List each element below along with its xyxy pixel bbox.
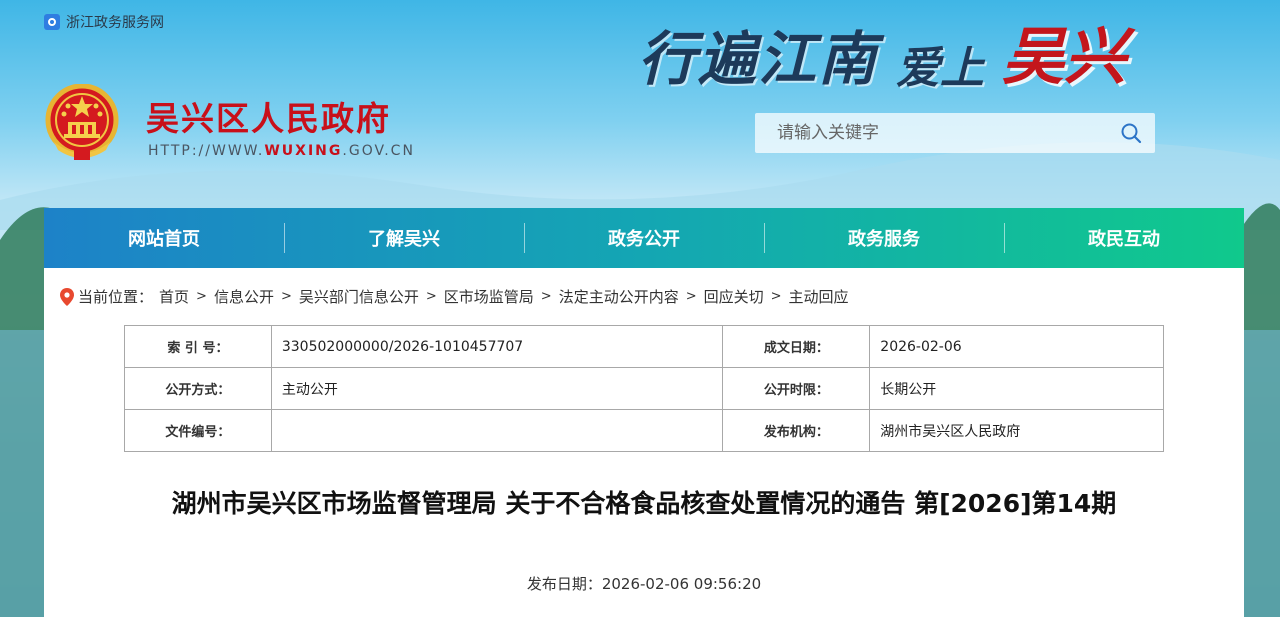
nav-gov-affairs-open[interactable]: 政务公开 <box>524 208 764 268</box>
article-title: 湖州市吴兴区市场监督管理局 关于不合格食品核查处置情况的通告 第[2026]第1… <box>171 489 1117 518</box>
breadcrumb-separator: > <box>196 289 207 304</box>
zhejiang-gov-icon <box>44 14 60 30</box>
meta-key: 成文日期： <box>722 325 871 368</box>
breadcrumb: 当前位置： 首页 > 信息公开 > 吴兴部门信息公开 > 区市场监管局 > 法定… <box>60 286 849 307</box>
breadcrumb-separator: > <box>280 289 292 304</box>
breadcrumb-label: 当前位置： <box>78 288 154 306</box>
search-icon <box>1121 123 1142 144</box>
zhejiang-service-link[interactable]: 浙江政务服务网 <box>66 12 164 32</box>
publish-date-value: 2026-02-06 09:56:20 <box>601 575 762 593</box>
meta-value: 330502000000/2026-1010457707 <box>270 325 724 368</box>
breadcrumb-home[interactable]: 首页 <box>159 286 189 307</box>
top-links: 浙江政务服务网 <box>44 12 164 32</box>
slogan-banner: 行遍江南 爱上 吴兴 <box>638 6 1126 96</box>
table-row: 索 引 号： 330502000000/2026-1010457707 成文日期… <box>124 325 1164 368</box>
table-row: 公开方式： 主动公开 公开时限： 长期公开 <box>124 367 1164 410</box>
national-emblem-icon <box>45 84 119 160</box>
breadcrumb-separator: > <box>770 289 782 304</box>
publish-date: 发布日期：2026-02-06 09:56:20 <box>44 573 1244 594</box>
nav-interaction[interactable]: 政民互动 <box>1004 208 1244 268</box>
url-prefix: HTTP://WWW. <box>148 143 265 159</box>
slogan-love: 爱上 <box>896 43 985 94</box>
nav-home[interactable]: 网站首页 <box>44 208 284 268</box>
slogan-main: 行遍江南 <box>638 25 879 93</box>
breadcrumb-statutory[interactable]: 法定主动公开内容 <box>559 286 679 307</box>
breadcrumb-market-bureau[interactable]: 区市场监管局 <box>444 286 534 307</box>
publish-date-label: 发布日期： <box>526 575 602 593</box>
site-title: 吴兴区人民政府 <box>146 99 391 138</box>
location-pin-icon <box>60 287 74 306</box>
content-panel: 当前位置： 首页 > 信息公开 > 吴兴部门信息公开 > 区市场监管局 > 法定… <box>44 268 1244 617</box>
meta-key: 索 引 号： <box>124 325 272 368</box>
meta-value <box>270 409 724 452</box>
meta-value: 2026-02-06 <box>869 325 1164 368</box>
meta-value: 湖州市吴兴区人民政府 <box>869 409 1164 452</box>
search-input[interactable] <box>755 113 1107 153</box>
search-button[interactable] <box>1107 113 1155 153</box>
breadcrumb-separator: > <box>540 289 552 304</box>
nav-about[interactable]: 了解吴兴 <box>284 208 524 268</box>
document-meta-table: 索 引 号： 330502000000/2026-1010457707 成文日期… <box>124 325 1164 452</box>
breadcrumb-dept-info[interactable]: 吴兴部门信息公开 <box>299 286 419 307</box>
meta-key: 文件编号： <box>124 409 272 452</box>
breadcrumb-info-open[interactable]: 信息公开 <box>214 286 274 307</box>
url-highlight: WUXING <box>264 143 343 159</box>
url-suffix: .GOV.CN <box>342 143 415 159</box>
meta-value: 主动公开 <box>270 367 724 410</box>
site-url: HTTP://WWW.WUXING.GOV.CN <box>148 143 415 159</box>
breadcrumb-active-response[interactable]: 主动回应 <box>789 286 849 307</box>
meta-value: 长期公开 <box>869 367 1164 410</box>
breadcrumb-response[interactable]: 回应关切 <box>704 286 764 307</box>
nav-gov-services[interactable]: 政务服务 <box>764 208 1004 268</box>
main-nav: 网站首页 了解吴兴 政务公开 政务服务 政民互动 <box>44 208 1244 268</box>
meta-key: 发布机构： <box>722 409 871 452</box>
meta-key: 公开方式： <box>124 367 272 410</box>
slogan-wuxing: 吴兴 <box>1002 20 1127 93</box>
breadcrumb-separator: > <box>685 289 697 304</box>
breadcrumb-separator: > <box>425 289 437 304</box>
search-box <box>755 113 1155 153</box>
table-row: 文件编号： 发布机构： 湖州市吴兴区人民政府 <box>124 409 1164 452</box>
meta-key: 公开时限： <box>722 367 871 410</box>
